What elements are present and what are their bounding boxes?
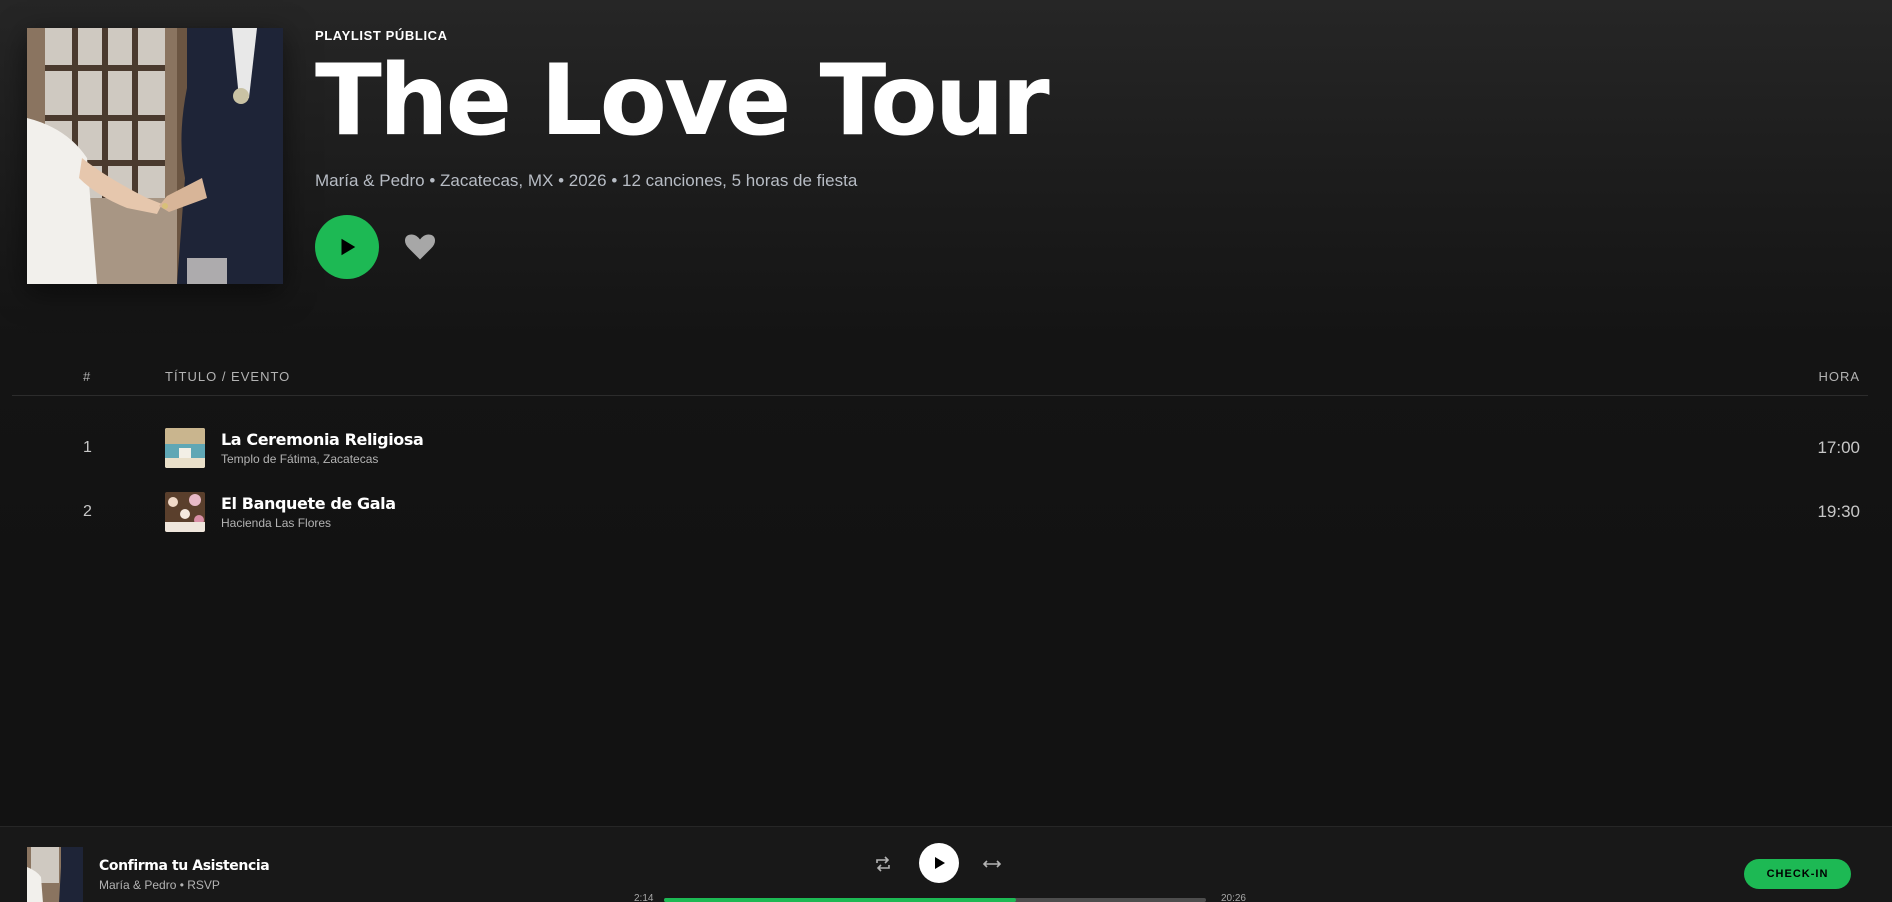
swap-icon [982,860,1002,868]
play-button[interactable] [315,215,379,279]
now-playing-title: Confirma tu Asistencia [99,858,270,874]
heart-icon [405,234,435,260]
playlist-page: PLAYLIST PÚBLICA The Love Tour María & P… [0,0,1892,902]
repeat-icon [876,856,890,872]
track-table-header: # TÍTULO / EVENTO HORA [12,366,1868,396]
like-button[interactable] [405,232,435,262]
ceremony-thumbnail-image [165,428,205,468]
play-icon [935,857,945,869]
playlist-header: PLAYLIST PÚBLICA The Love Tour María & P… [27,28,1867,288]
table-row[interactable]: 2 El Banquete de Gala Hacienda Las Flore… [12,480,1868,544]
play-icon [341,238,356,256]
track-subtitle: Templo de Fátima, Zacatecas [221,452,379,466]
playlist-actions [315,215,1047,279]
playlist-cover-image [27,28,283,284]
column-number: # [83,369,92,384]
track-title: La Ceremonia Religiosa [221,430,424,449]
player-controls [870,843,1010,883]
playlist-title: The Love Tour [315,44,1050,158]
now-playing-subtitle: María & Pedro • RSVP [99,878,220,892]
track-number: 2 [83,503,92,520]
playlist-type-label: PLAYLIST PÚBLICA [315,28,448,43]
track-text: El Banquete de Gala Hacienda Las Flores [221,494,1768,530]
track-subtitle: Hacienda Las Flores [221,516,332,530]
playlist-info: PLAYLIST PÚBLICA The Love Tour María & P… [315,28,1050,279]
track-time: 19:30 [1817,502,1860,521]
wedding-photo-thumbnail [27,847,83,902]
player-bar: Confirma tu Asistencia María & Pedro • R… [0,826,1892,902]
playlist-meta: María & Pedro • Zacatecas, MX • 2026 • 1… [315,171,858,190]
now-playing-thumbnail [27,847,83,902]
playback-progress: 2:14 20:26 [634,893,1246,902]
table-row[interactable]: 1 La Ceremonia Religiosa Templo de Fátim… [12,416,1868,480]
now-playing: Confirma tu Asistencia María & Pedro • R… [27,847,270,902]
now-playing-text: Confirma tu Asistencia María & Pedro • R… [99,858,270,892]
banquet-thumbnail-image [165,492,205,532]
track-title: El Banquete de Gala [221,494,396,513]
total-time: 20:26 [1220,893,1246,902]
player-play-button[interactable] [919,843,959,883]
track-list: 1 La Ceremonia Religiosa Templo de Fátim… [12,416,1868,544]
swap-button[interactable] [982,855,1002,873]
track-thumbnail [165,492,205,532]
progress-fill [664,898,1017,902]
track-thumbnail [165,428,205,468]
track-time: 17:00 [1817,438,1860,457]
check-in-button[interactable]: CHECK-IN [1744,859,1851,889]
progress-bar[interactable] [664,898,1206,902]
wedding-photo [27,28,283,284]
column-time: HORA [1818,369,1860,384]
column-title: TÍTULO / EVENTO [165,369,291,384]
repeat-button[interactable] [874,855,892,873]
track-number: 1 [83,439,92,456]
current-time: 2:14 [634,893,654,902]
track-table: # TÍTULO / EVENTO HORA 1 La Ceremonia Re… [12,366,1868,544]
track-text: La Ceremonia Religiosa Templo de Fátima,… [221,430,1768,466]
